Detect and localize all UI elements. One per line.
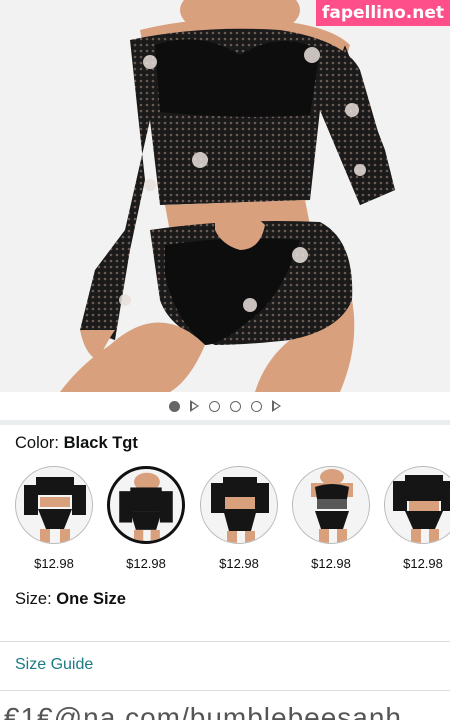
swatch-thumbnail xyxy=(200,466,278,544)
color-swatch-4[interactable]: $12.98 xyxy=(285,466,377,571)
color-swatch-3[interactable]: $12.98 xyxy=(193,466,285,571)
color-label: Color: xyxy=(15,434,60,452)
carousel-video-indicator-icon[interactable] xyxy=(272,400,281,412)
color-swatch-1[interactable]: $12.98 xyxy=(8,466,100,571)
color-swatch-list: $12.98 $12.98 $12.98 $12.98 $12.98 xyxy=(0,466,450,578)
size-value: One Size xyxy=(56,590,126,608)
image-carousel-indicator[interactable] xyxy=(0,396,450,416)
carousel-dot[interactable] xyxy=(230,400,241,412)
size-selection-label: Size: One Size xyxy=(15,590,126,609)
carousel-video-indicator-icon[interactable] xyxy=(190,400,199,412)
section-divider xyxy=(0,420,450,425)
swatch-thumbnail xyxy=(107,466,185,544)
swatch-thumbnail xyxy=(384,466,450,544)
section-divider xyxy=(0,641,450,642)
color-swatch-5[interactable]: $12.98 xyxy=(377,466,450,571)
section-divider xyxy=(0,690,450,691)
color-value: Black Tgt xyxy=(63,434,138,452)
product-image[interactable]: fapellino.net xyxy=(0,0,450,392)
swatch-thumbnail xyxy=(292,466,370,544)
swatch-price: $12.98 xyxy=(403,556,443,571)
swatch-price: $12.98 xyxy=(126,556,166,571)
watermark-badge: fapellino.net xyxy=(315,0,450,26)
swatch-price: $12.98 xyxy=(34,556,74,571)
color-swatch-2[interactable]: $12.98 xyxy=(100,466,192,571)
carousel-dot[interactable] xyxy=(169,400,180,412)
swatch-price: $12.98 xyxy=(311,556,351,571)
bottom-watermark-text: €1€@na.com/bumblebeesanh xyxy=(4,702,403,720)
size-label: Size: xyxy=(15,590,52,608)
carousel-dot[interactable] xyxy=(209,400,220,412)
color-selection-label: Color: Black Tgt xyxy=(15,434,138,453)
swatch-thumbnail xyxy=(15,466,93,544)
product-photo xyxy=(60,0,395,392)
carousel-dot[interactable] xyxy=(251,400,262,412)
swatch-price: $12.98 xyxy=(219,556,259,571)
size-guide-link[interactable]: Size Guide xyxy=(15,656,93,674)
